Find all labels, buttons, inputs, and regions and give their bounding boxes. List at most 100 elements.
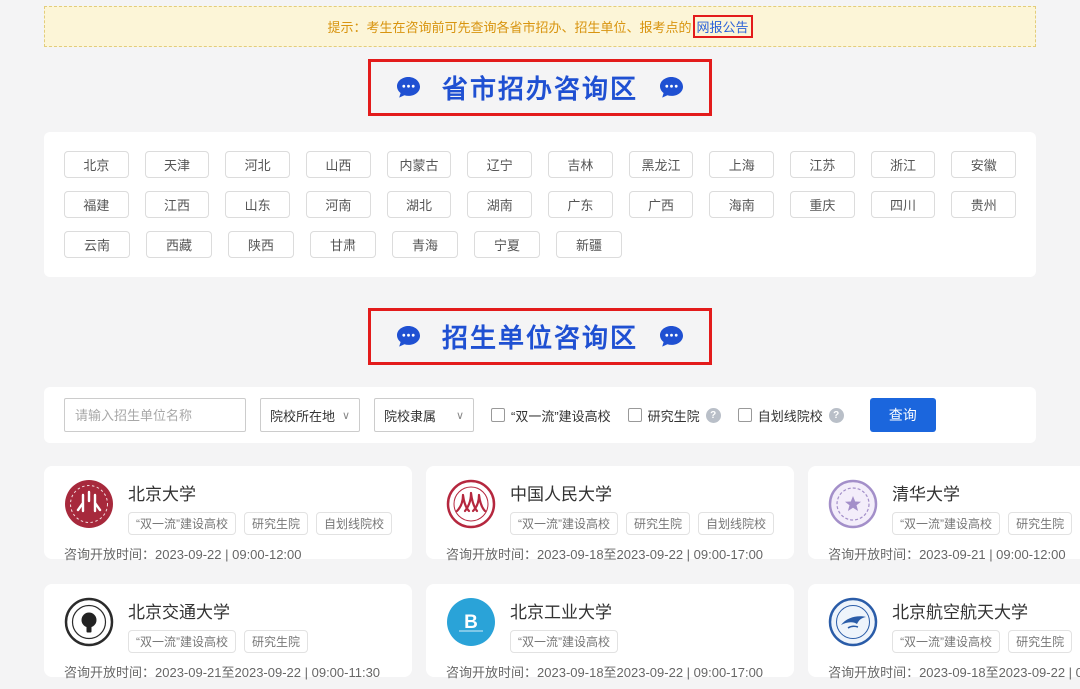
beihang-university-logo-icon — [828, 597, 878, 647]
province-button[interactable]: 重庆 — [790, 191, 855, 218]
card-header: 清华大学 “双一流”建设高校 研究生院 自划线院校 — [828, 479, 1080, 535]
province-button[interactable]: 安徽 — [951, 151, 1016, 178]
tag-row: “双一流”建设高校 研究生院 自划线院校 — [128, 512, 392, 535]
double-first-class-checkbox[interactable] — [491, 408, 505, 422]
self-designated-label: 自划线院校 — [758, 406, 823, 425]
province-button[interactable]: 河南 — [306, 191, 371, 218]
province-button[interactable]: 福建 — [64, 191, 129, 218]
units-section-title: 招生单位咨询区 — [442, 318, 638, 355]
tag-badge: 自划线院校 — [698, 512, 774, 535]
tag-badge: “双一流”建设高校 — [128, 630, 236, 653]
provinces-section-title: 省市招办咨询区 — [442, 69, 638, 106]
university-card[interactable]: 北京大学 “双一流”建设高校 研究生院 自划线院校 咨询开放时间：2023-09… — [44, 466, 412, 559]
unit-filter-bar: 院校所在地 ∨ 院校隶属 ∨ “双一流”建设高校 研究生院 ? 自划线院校 ? … — [44, 387, 1036, 443]
university-name: 北京航空航天大学 — [892, 598, 1080, 623]
province-button[interactable]: 江苏 — [790, 151, 855, 178]
university-card[interactable]: 北京航空航天大学 “双一流”建设高校 研究生院 自划线院校 咨询开放时间：202… — [808, 584, 1080, 677]
province-row: 北京 天津 河北 山西 内蒙古 辽宁 吉林 黑龙江 上海 江苏 浙江 安徽 — [64, 151, 1016, 178]
province-button[interactable]: 西藏 — [146, 231, 212, 258]
affiliation-select[interactable]: 院校隶属 ∨ — [374, 398, 474, 432]
card-header: 北京航空航天大学 “双一流”建设高校 研究生院 自划线院校 — [828, 597, 1080, 653]
province-button[interactable]: 青海 — [392, 231, 458, 258]
province-button[interactable]: 天津 — [145, 151, 210, 178]
tag-badge: “双一流”建设高校 — [510, 512, 618, 535]
graduate-school-label: 研究生院 — [648, 406, 700, 425]
university-card[interactable]: 清华大学 “双一流”建设高校 研究生院 自划线院校 咨询开放时间：2023-09… — [808, 466, 1080, 559]
province-button[interactable]: 贵州 — [951, 191, 1016, 218]
province-button[interactable]: 新疆 — [556, 231, 622, 258]
province-button[interactable]: 上海 — [709, 151, 774, 178]
consult-time-value: 2023-09-21至2023-09-22 | 09:00-11:30 — [155, 665, 380, 680]
province-button[interactable]: 湖南 — [467, 191, 532, 218]
province-button[interactable]: 海南 — [709, 191, 774, 218]
province-button[interactable]: 广东 — [548, 191, 613, 218]
renmin-university-logo-icon — [446, 479, 496, 529]
consult-time-value: 2023-09-18至2023-09-22 | 09:00-17:00 — [537, 665, 763, 680]
self-designated-filter: 自划线院校 ? — [738, 406, 844, 425]
notice-text: 提示：考生在咨询前可先查询各省市招办、招生单位、报考点的 — [327, 17, 691, 36]
annotation-box: 网报公告 — [693, 15, 753, 38]
university-card[interactable]: 北京交通大学 “双一流”建设高校 研究生院 咨询开放时间：2023-09-21至… — [44, 584, 412, 677]
unit-search-input[interactable] — [64, 398, 246, 432]
graduate-school-checkbox[interactable] — [628, 408, 642, 422]
consult-time: 咨询开放时间：2023-09-22 | 09:00-12:00 — [64, 544, 392, 563]
province-button[interactable]: 山西 — [306, 151, 371, 178]
province-button[interactable]: 云南 — [64, 231, 130, 258]
search-button[interactable]: 查询 — [870, 398, 936, 432]
provinces-panel: 北京 天津 河北 山西 内蒙古 辽宁 吉林 黑龙江 上海 江苏 浙江 安徽 福建… — [44, 132, 1036, 277]
consult-time-value: 2023-09-18至2023-09-22 | 09:00-17:00 — [919, 665, 1080, 680]
province-button[interactable]: 内蒙古 — [387, 151, 452, 178]
consult-time: 咨询开放时间：2023-09-18至2023-09-22 | 09:00-17:… — [446, 662, 774, 681]
help-icon[interactable]: ? — [829, 408, 844, 423]
province-button[interactable]: 河北 — [225, 151, 290, 178]
peking-university-logo-icon — [64, 479, 114, 529]
university-name: 北京交通大学 — [128, 598, 308, 623]
card-info: 北京交通大学 “双一流”建设高校 研究生院 — [128, 597, 308, 653]
consult-time-label: 咨询开放时间： — [64, 665, 155, 680]
svg-text:B: B — [464, 612, 478, 633]
consult-time-label: 咨询开放时间： — [828, 547, 919, 562]
consult-time-label: 咨询开放时间： — [64, 547, 155, 562]
annotation-box: 招生单位咨询区 — [368, 308, 712, 365]
tag-badge: 自划线院校 — [316, 512, 392, 535]
page-container: 提示：考生在咨询前可先查询各省市招办、招生单位、报考点的网报公告 省市招办咨询区… — [44, 6, 1036, 677]
tsinghua-university-logo-icon — [828, 479, 878, 529]
chevron-down-icon: ∨ — [456, 409, 464, 422]
university-card-grid: 北京大学 “双一流”建设高校 研究生院 自划线院校 咨询开放时间：2023-09… — [44, 466, 1036, 677]
province-button[interactable]: 湖北 — [387, 191, 452, 218]
university-name: 北京工业大学 — [510, 598, 618, 623]
consult-time: 咨询开放时间：2023-09-21至2023-09-22 | 09:00-11:… — [64, 662, 392, 681]
province-button[interactable]: 辽宁 — [467, 151, 532, 178]
card-info: 中国人民大学 “双一流”建设高校 研究生院 自划线院校 — [510, 479, 774, 535]
province-button[interactable]: 江西 — [145, 191, 210, 218]
university-card[interactable]: B 北京工业大学 “双一流”建设高校 咨询开放时间：2023-09-18至202… — [426, 584, 794, 677]
chat-bubble-icon — [397, 326, 420, 347]
double-first-class-label: “双一流”建设高校 — [511, 406, 611, 425]
location-select[interactable]: 院校所在地 ∨ — [260, 398, 360, 432]
province-button[interactable]: 广西 — [629, 191, 694, 218]
tag-row: “双一流”建设高校 研究生院 自划线院校 — [892, 630, 1080, 653]
province-button[interactable]: 宁夏 — [474, 231, 540, 258]
province-button[interactable]: 甘肃 — [310, 231, 376, 258]
consult-time-label: 咨询开放时间： — [828, 665, 919, 680]
province-button[interactable]: 吉林 — [548, 151, 613, 178]
consult-time-value: 2023-09-18至2023-09-22 | 09:00-17:00 — [537, 547, 763, 562]
card-info: 北京航空航天大学 “双一流”建设高校 研究生院 自划线院校 — [892, 597, 1080, 653]
help-icon[interactable]: ? — [706, 408, 721, 423]
online-announcement-link[interactable]: 网报公告 — [697, 20, 749, 35]
card-info: 清华大学 “双一流”建设高校 研究生院 自划线院校 — [892, 479, 1080, 535]
tag-row: “双一流”建设高校 研究生院 自划线院校 — [510, 512, 774, 535]
province-button[interactable]: 山东 — [225, 191, 290, 218]
consult-time-label: 咨询开放时间： — [446, 547, 537, 562]
province-button[interactable]: 北京 — [64, 151, 129, 178]
university-name: 北京大学 — [128, 480, 392, 505]
self-designated-checkbox[interactable] — [738, 408, 752, 422]
university-card[interactable]: 中国人民大学 “双一流”建设高校 研究生院 自划线院校 咨询开放时间：2023-… — [426, 466, 794, 559]
chevron-down-icon: ∨ — [342, 409, 350, 422]
province-button[interactable]: 浙江 — [871, 151, 936, 178]
province-button[interactable]: 四川 — [871, 191, 936, 218]
province-button[interactable]: 陕西 — [228, 231, 294, 258]
province-button[interactable]: 黑龙江 — [629, 151, 694, 178]
tag-badge: “双一流”建设高校 — [128, 512, 236, 535]
tag-badge: “双一流”建设高校 — [892, 512, 1000, 535]
